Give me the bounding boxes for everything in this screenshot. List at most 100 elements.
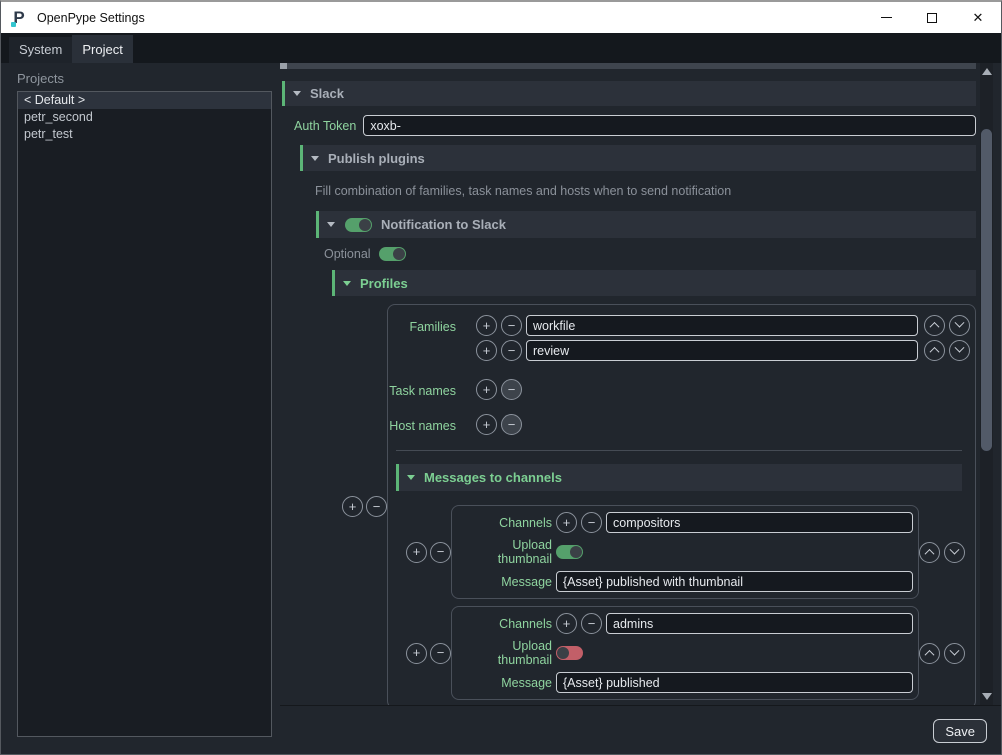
move-down-button[interactable] [949,315,970,336]
optional-label: Optional [324,247,371,261]
chevron-up-icon [930,322,940,332]
host-names-label: Host names [389,419,456,433]
move-down-button[interactable] [944,643,965,664]
channel-input[interactable] [606,512,913,533]
section-header-notification[interactable]: Notification to Slack [316,211,976,238]
family-item: + − [476,315,970,336]
message-item-actions: + − [406,542,451,563]
close-icon: ✕ [973,11,984,24]
section-header-publish-plugins[interactable]: Publish plugins [300,145,976,171]
chevron-up-icon [930,347,940,357]
projects-title: Projects [17,71,272,86]
scroll-down-arrow-icon[interactable] [982,693,992,700]
move-down-button[interactable] [944,542,965,563]
project-item-default[interactable]: < Default > [18,92,271,109]
optional-toggle[interactable] [379,247,406,261]
add-host-name-button[interactable]: + [476,414,497,435]
add-task-name-button[interactable]: + [476,379,497,400]
family-input[interactable] [526,315,918,336]
upload-thumbnail-toggle[interactable] [556,646,583,660]
settings-scroll-area: Slack Auth Token Publish plugins Fill co… [280,63,1001,705]
channels-label: Channels [457,617,552,631]
task-names-label: Task names [389,384,456,398]
message-item-reorder [919,643,970,664]
message-card: Channels + − Upload thumbnail [451,505,919,599]
profile-item-actions: + − [342,304,387,705]
tab-project[interactable]: Project [72,35,132,63]
channel-input[interactable] [606,613,913,634]
project-item-petr-test[interactable]: petr_test [18,126,271,143]
maximize-button[interactable] [909,2,955,33]
remove-family-button[interactable]: − [501,340,522,361]
move-up-button[interactable] [919,643,940,664]
main-area: Projects < Default > petr_second petr_te… [1,63,1001,755]
move-down-button[interactable] [949,340,970,361]
expander-arrow-icon [293,91,301,96]
project-list[interactable]: < Default > petr_second petr_test [17,91,272,737]
remove-channel-button[interactable]: − [581,613,602,634]
family-input[interactable] [526,340,918,361]
profile-item: + − Families + − [342,304,976,705]
channels-row: Channels + − [457,613,913,634]
section-header-messages[interactable]: Messages to channels [396,464,962,491]
chevron-down-icon [955,318,965,328]
remove-message-button[interactable]: − [430,542,451,563]
upload-thumbnail-row: Upload thumbnail [457,538,913,566]
add-channel-button[interactable]: + [556,512,577,533]
section-header-slack[interactable]: Slack [282,81,976,106]
add-channel-button[interactable]: + [556,613,577,634]
message-row: Message [457,571,913,592]
message-item: + − Channels + − [406,606,970,700]
remove-host-name-button[interactable]: − [501,414,522,435]
upload-thumbnail-label: Upload thumbnail [457,538,552,566]
scrolled-header-partial-top [280,63,976,69]
remove-family-button[interactable]: − [501,315,522,336]
message-row: Message [457,672,913,693]
add-family-button[interactable]: + [476,315,497,336]
remove-channel-button[interactable]: − [581,512,602,533]
message-item-actions: + − [406,643,451,664]
settings-content: Slack Auth Token Publish plugins Fill co… [280,63,1001,755]
expander-arrow-icon [311,156,319,161]
chevron-down-icon [955,343,965,353]
remove-profile-button[interactable]: − [366,496,387,517]
minimize-button[interactable] [863,2,909,33]
add-profile-button[interactable]: + [342,496,363,517]
move-up-button[interactable] [919,542,940,563]
openpype-logo-icon: P [9,8,29,28]
notification-enabled-toggle[interactable] [345,218,372,232]
auth-token-input[interactable] [363,115,976,136]
expander-arrow-icon [327,222,335,227]
tab-bar: System Project [1,33,1001,63]
tab-system[interactable]: System [9,37,72,63]
upload-thumbnail-row: Upload thumbnail [457,639,913,667]
family-item: + − [476,340,970,361]
message-label: Message [457,676,552,690]
add-message-button[interactable]: + [406,643,427,664]
upload-thumbnail-toggle[interactable] [556,545,583,559]
remove-message-button[interactable]: − [430,643,451,664]
chevron-up-icon [925,649,935,659]
chevron-down-icon [950,544,960,554]
openpype-settings-window: P OpenPype Settings ✕ System Project Pro… [0,0,1002,755]
expander-arrow-icon [343,281,351,286]
families-row: Families + − + [388,315,970,365]
save-button[interactable]: Save [933,719,987,743]
footer-bar: Save [280,705,1001,755]
message-input[interactable] [556,672,913,693]
move-up-button[interactable] [924,315,945,336]
remove-task-name-button[interactable]: − [501,379,522,400]
scroll-up-arrow-icon[interactable] [982,68,992,75]
message-card: Channels + − Upload thumbnail [451,606,919,700]
message-label: Message [457,575,552,589]
project-item-petr-second[interactable]: petr_second [18,109,271,126]
vertical-scrollbar[interactable] [980,63,993,705]
close-button[interactable]: ✕ [955,2,1001,33]
channels-row: Channels + − [457,512,913,533]
add-family-button[interactable]: + [476,340,497,361]
message-input[interactable] [556,571,913,592]
add-message-button[interactable]: + [406,542,427,563]
move-up-button[interactable] [924,340,945,361]
scrollbar-thumb[interactable] [981,129,992,451]
section-header-profiles[interactable]: Profiles [332,270,976,296]
